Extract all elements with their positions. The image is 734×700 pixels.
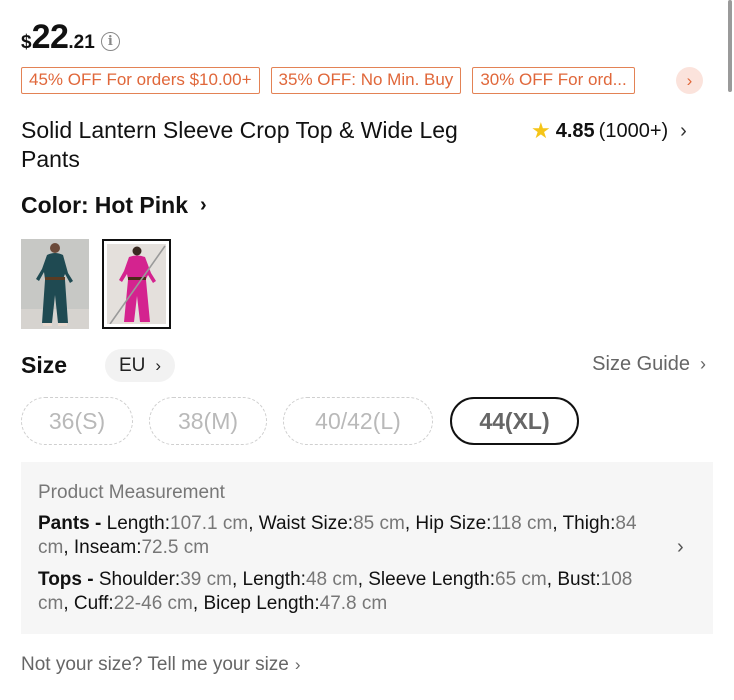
star-icon: ★ [531,118,551,143]
size-option-44xl[interactable]: 44(XL) [450,397,579,445]
price-integer: 22 [31,18,69,56]
rating[interactable]: ★ 4.85 (1000+) › [531,118,687,144]
info-icon[interactable]: i [100,32,120,51]
scrollbar[interactable] [728,0,732,92]
measure-key: Shoulder: [98,569,181,590]
measure-value: 22-46 cm [113,593,193,614]
measure-key: Hip Size: [415,513,492,534]
measure-key: Waist Size: [258,513,354,534]
color-selector[interactable]: Color: Hot Pink › [21,192,207,219]
swatch-image [21,239,89,329]
size-option-38m[interactable]: 38(M) [149,397,267,445]
measure-value: 107.1 cm [170,513,249,534]
measure-value: 118 cm [491,513,553,534]
measure-value: 65 cm [495,569,547,590]
size-guide-link[interactable]: Size Guide › [592,353,706,376]
measure-key: Bust: [557,569,601,590]
measure-key: Thigh: [562,513,616,534]
measure-value: 39 cm [180,569,232,590]
measure-value: 85 cm [353,513,405,534]
size-option-36s[interactable]: 36(S) [21,397,133,445]
chevron-right-icon: › [700,354,706,374]
price-currency: $ [21,32,32,53]
size-region-label: EU [119,354,146,376]
color-swatch-hot-pink[interactable] [102,239,171,329]
color-value: Hot Pink [94,192,188,218]
pants-label: Pants - [38,513,102,534]
product-measurement-panel[interactable]: Product Measurement Pants - Length:107.1… [21,462,713,634]
coupon-strip: 45% OFF For orders $10.00+ 35% OFF: No M… [21,67,704,94]
tell-me-your-size-link[interactable]: Not your size? Tell me your size › [21,654,301,676]
review-count: (1000+) [598,119,669,142]
measurement-title: Product Measurement [38,482,225,503]
chevron-right-icon: › [155,355,162,375]
coupon-next-chevron-icon[interactable]: › [676,67,703,94]
coupon-35-off[interactable]: 35% OFF: No Min. Buy [270,67,462,94]
swatch-image [107,244,166,324]
chevron-right-icon: › [200,194,207,216]
measure-value: 47.8 cm [319,593,388,614]
measure-value: 48 cm [305,569,358,590]
chevron-right-icon: › [294,655,301,674]
size-label: Size [21,352,68,378]
price-decimal: .21 [68,32,95,53]
color-swatch-dark-green[interactable] [21,239,89,329]
measure-key: Cuff: [73,593,114,614]
tops-measurements: Tops - Shoulder:39 cm, Length:48 cm, Sle… [38,569,633,614]
tops-label: Tops - [38,569,94,590]
pants-measurements: Pants - Length:107.1 cm, Waist Size:85 c… [38,513,637,558]
rating-score: 4.85 [555,119,595,142]
price: $ 22 .21 i [21,18,120,57]
size-option-40-42l[interactable]: 40/42(L) [283,397,433,445]
coupon-30-off[interactable]: 30% OFF For ord... [472,67,635,94]
measure-value: 72.5 cm [141,537,210,558]
product-title: Solid Lantern Sleeve Crop Top & Wide Leg… [21,117,458,172]
measure-key: Length: [106,513,171,534]
coupon-45-off[interactable]: 45% OFF For orders $10.00+ [21,67,260,94]
measure-key: Inseam: [73,537,142,558]
color-label: Color: [21,192,89,218]
chevron-right-icon: › [677,536,684,558]
measure-key: Sleeve Length: [368,569,496,590]
measure-key: Bicep Length: [203,593,320,614]
size-guide-label: Size Guide [592,353,690,375]
footer-link-label: Not your size? Tell me your size [21,654,289,675]
size-region-selector[interactable]: EU › [105,349,176,382]
chevron-right-icon: › [680,119,687,142]
measure-key: Length: [242,569,306,590]
